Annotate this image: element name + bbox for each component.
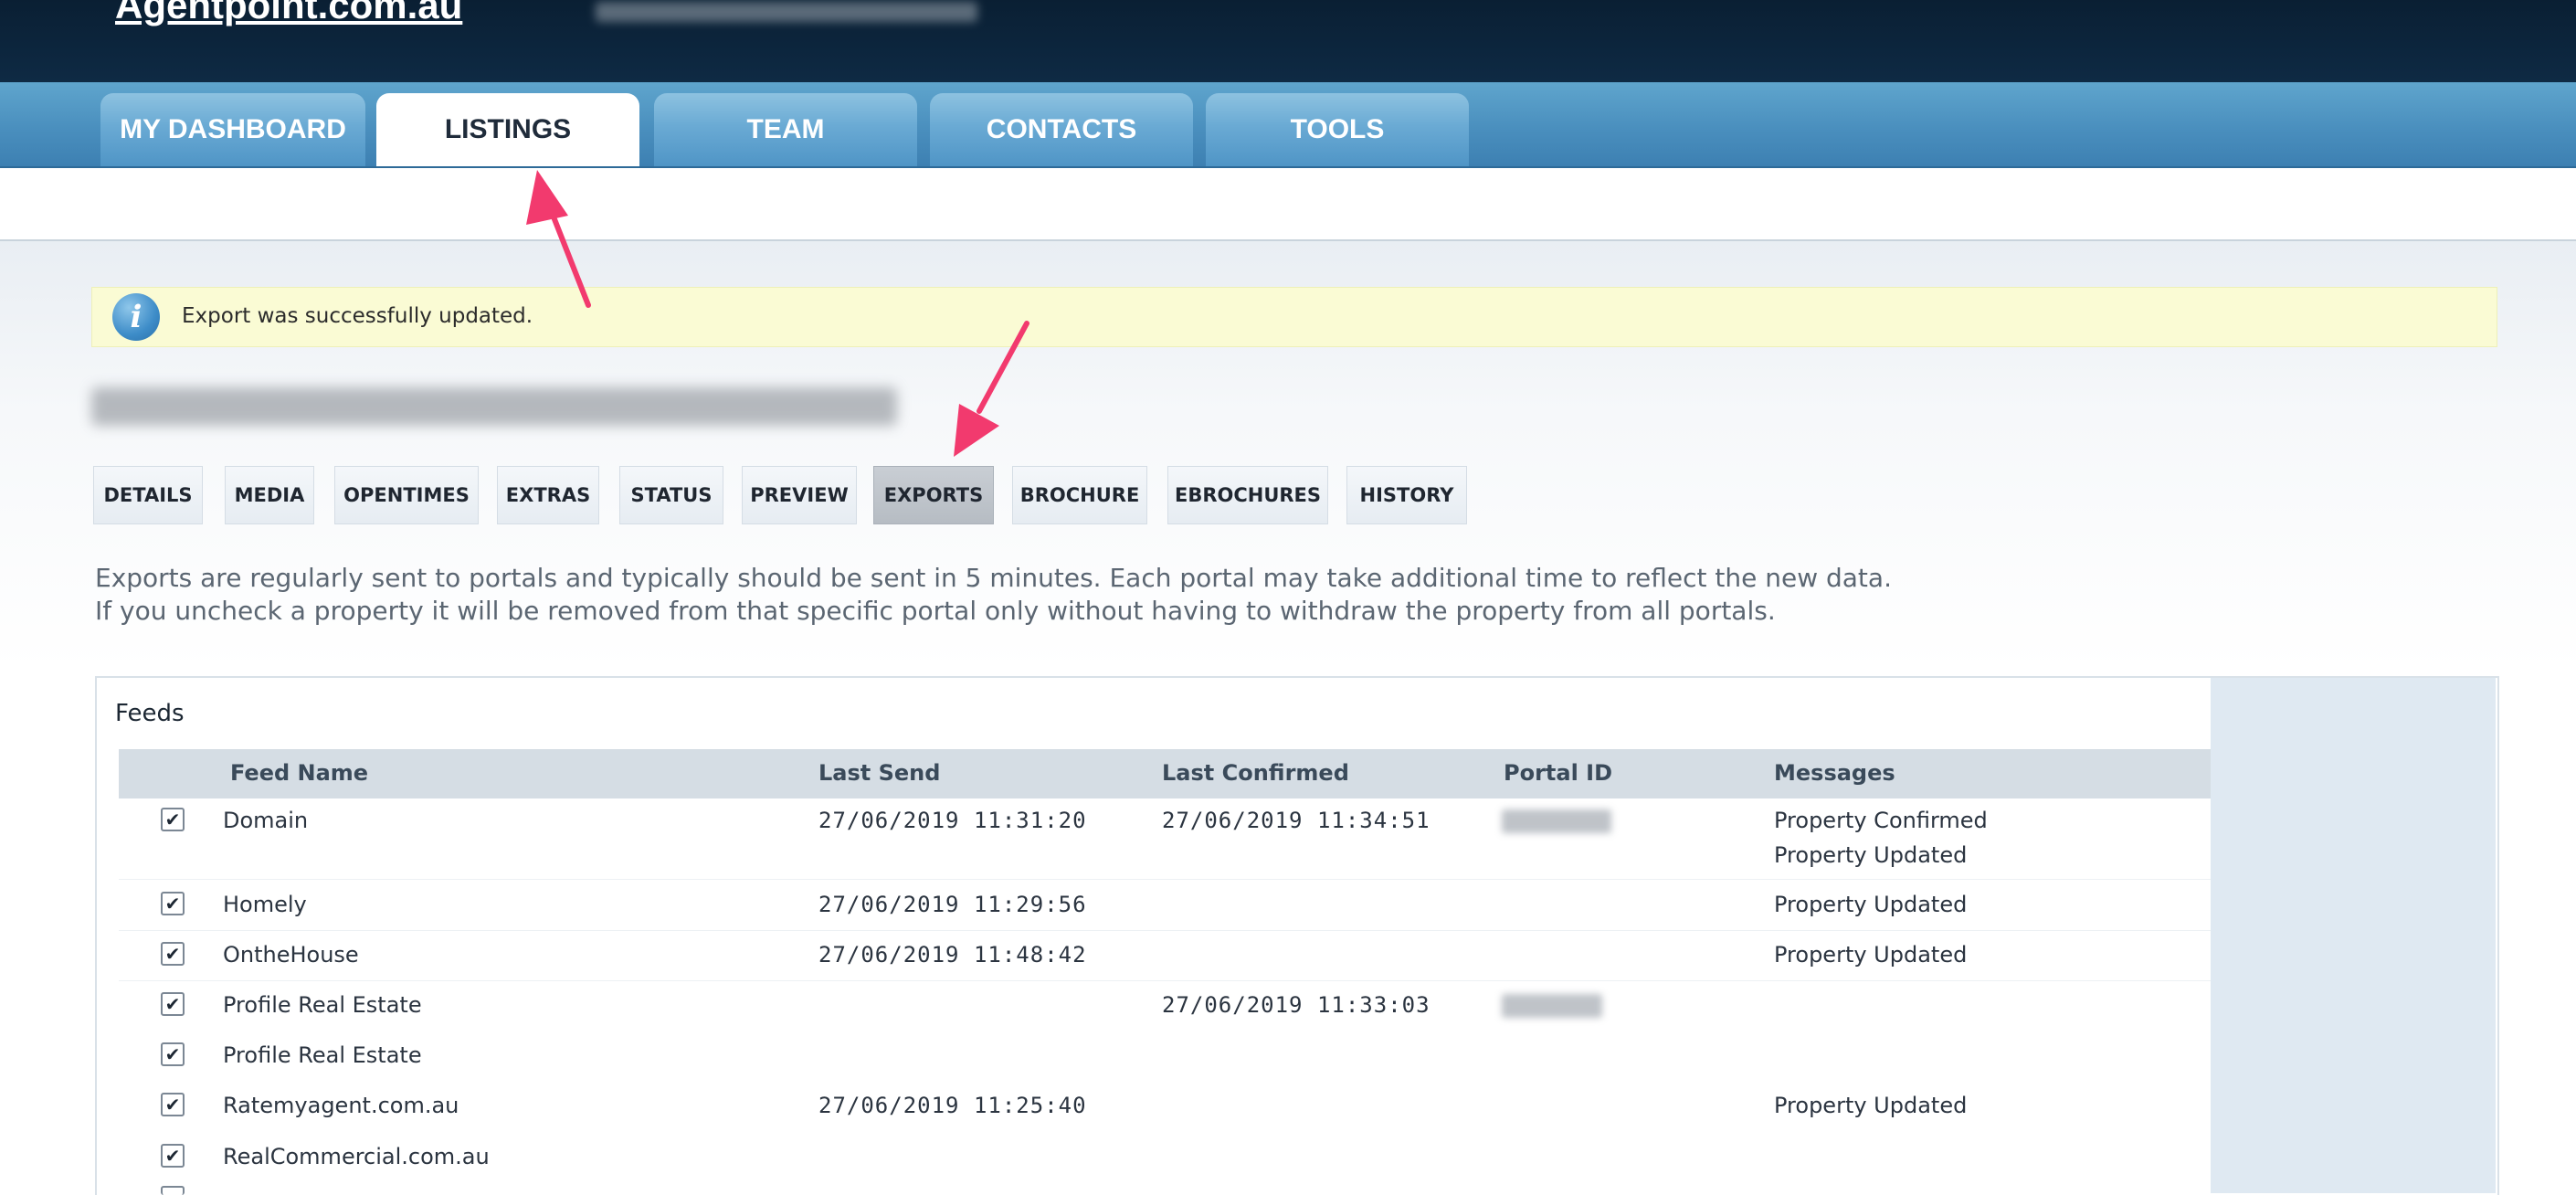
annotation-arrows xyxy=(526,170,1029,457)
arrow-to-exports-tab xyxy=(954,321,1029,457)
arrow-to-listings-tab xyxy=(526,170,591,308)
